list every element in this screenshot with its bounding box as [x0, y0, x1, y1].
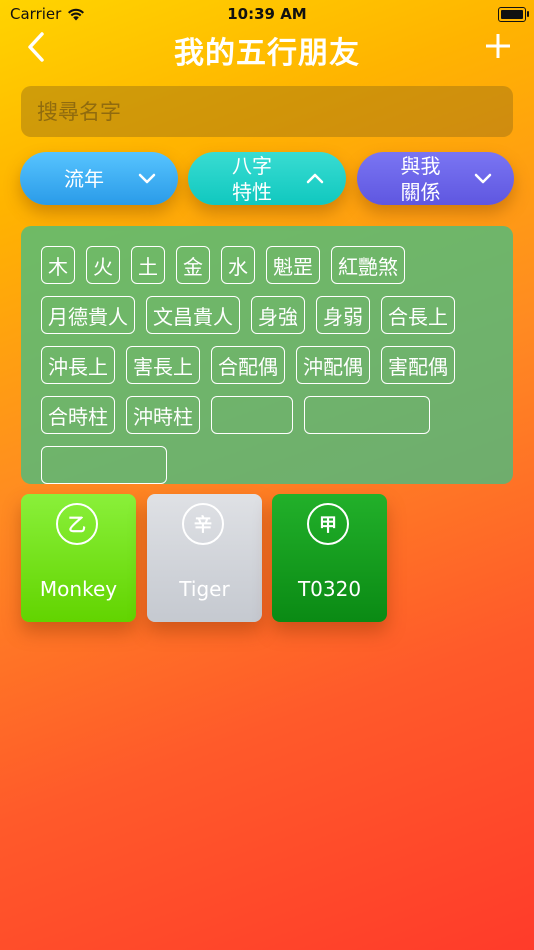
- filter-label: 流年: [64, 166, 104, 191]
- chevron-down-icon: [474, 173, 492, 184]
- status-time: 10:39 AM: [227, 5, 307, 23]
- trait-tag[interactable]: 沖時柱: [126, 396, 200, 434]
- trait-tag[interactable]: 金: [176, 246, 210, 284]
- trait-tag[interactable]: 木: [41, 246, 75, 284]
- battery-icon: [498, 7, 529, 22]
- heavenly-stem-badge: 辛: [182, 503, 224, 545]
- friend-card[interactable]: 乙 Monkey: [21, 494, 136, 622]
- trait-tag-list: 木 火 土 金 水 魁罡 紅艷煞 月德貴人 文昌貴人 身強 身弱 合長上 沖長上…: [41, 246, 481, 484]
- trait-tag[interactable]: 合時柱: [41, 396, 115, 434]
- trait-tag[interactable]: 身弱: [316, 296, 370, 334]
- filter-button-year[interactable]: 流年: [20, 152, 178, 205]
- trait-tag[interactable]: 害長上: [126, 346, 200, 384]
- friend-card[interactable]: 甲 T0320: [272, 494, 387, 622]
- filter-label: 八字 特性: [232, 153, 272, 204]
- trait-tag[interactable]: 害配偶: [381, 346, 455, 384]
- trait-tag[interactable]: 土: [131, 246, 165, 284]
- trait-tag[interactable]: 身強: [251, 296, 305, 334]
- page-title: 我的五行朋友: [174, 36, 360, 71]
- trait-tag-partial[interactable]: [304, 396, 430, 434]
- add-icon[interactable]: [484, 32, 512, 60]
- search-bar[interactable]: [21, 86, 513, 137]
- trait-tag[interactable]: 沖配偶: [296, 346, 370, 384]
- heavenly-stem-badge: 甲: [307, 503, 349, 545]
- friend-name: Monkey: [39, 577, 118, 601]
- trait-tag[interactable]: 月德貴人: [41, 296, 135, 334]
- friend-name: Tiger: [179, 577, 230, 601]
- filter-label: 與我 關係: [400, 153, 441, 204]
- trait-tag-panel[interactable]: 木 火 土 金 水 魁罡 紅艷煞 月德貴人 文昌貴人 身強 身弱 合長上 沖長上…: [21, 226, 513, 484]
- search-input[interactable]: [35, 98, 499, 125]
- chevron-down-icon: [138, 173, 156, 184]
- chevron-up-icon: [306, 173, 324, 184]
- trait-tag[interactable]: 紅艷煞: [331, 246, 405, 284]
- trait-tag-partial[interactable]: [41, 446, 167, 484]
- trait-tag[interactable]: 火: [86, 246, 120, 284]
- status-bar: Carrier 10:39 AM: [0, 0, 534, 28]
- trait-tag[interactable]: 魁罡: [266, 246, 320, 284]
- trait-tag[interactable]: 沖長上: [41, 346, 115, 384]
- trait-tag[interactable]: 合配偶: [211, 346, 285, 384]
- friend-card[interactable]: 辛 Tiger: [147, 494, 262, 622]
- trait-tag[interactable]: 文昌貴人: [146, 296, 240, 334]
- trait-tag[interactable]: 水: [221, 246, 255, 284]
- filter-button-relationship[interactable]: 與我 關係: [357, 152, 514, 205]
- friend-name: T0320: [297, 577, 362, 601]
- trait-tag-partial[interactable]: [211, 396, 293, 434]
- heavenly-stem-badge: 乙: [56, 503, 98, 545]
- filter-button-bazi-traits[interactable]: 八字 特性: [188, 152, 346, 205]
- trait-tag[interactable]: 合長上: [381, 296, 455, 334]
